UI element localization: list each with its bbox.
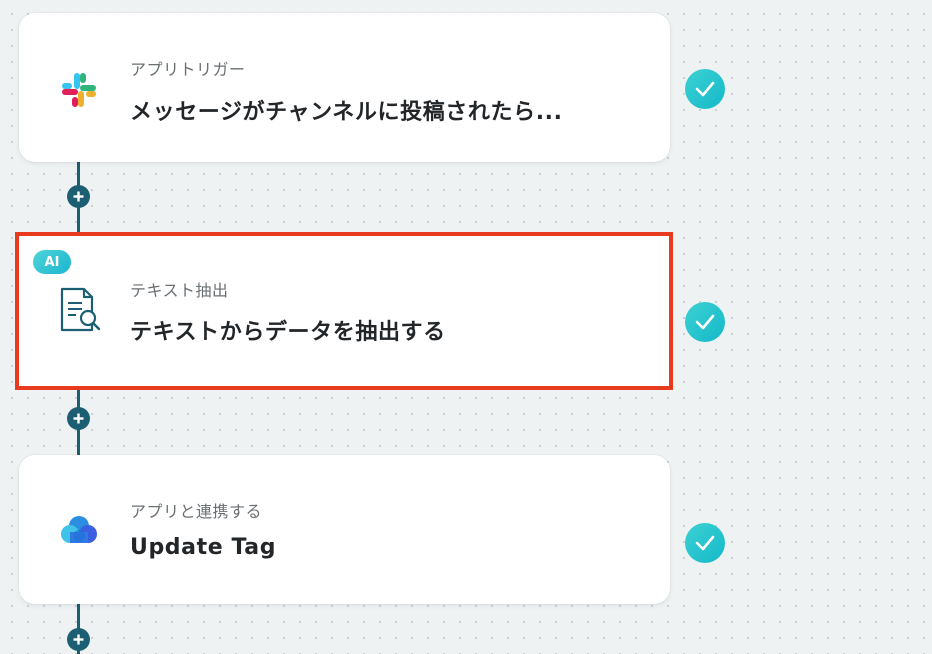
document-search-icon bbox=[55, 286, 103, 334]
step-completed-check bbox=[685, 69, 725, 109]
step-type-label: アプリと連携する bbox=[130, 502, 263, 521]
slack-icon bbox=[55, 66, 103, 114]
step-title: メッセージがチャンネルに投稿されたら... bbox=[130, 100, 563, 125]
step-type-label: テキスト抽出 bbox=[130, 281, 229, 300]
step-title: Update Tag bbox=[130, 535, 277, 560]
plus-icon bbox=[73, 191, 84, 202]
flow-step-card-extract[interactable]: テキスト抽出 テキストからデータを抽出する bbox=[15, 232, 673, 390]
ai-badge: AI bbox=[33, 250, 71, 274]
flow-step-card-trigger[interactable]: アプリトリガー メッセージがチャンネルに投稿されたら... bbox=[19, 13, 670, 162]
add-step-button[interactable] bbox=[67, 628, 90, 651]
check-icon bbox=[695, 314, 715, 330]
add-step-button[interactable] bbox=[67, 407, 90, 430]
plus-icon bbox=[73, 413, 84, 424]
step-type-label: アプリトリガー bbox=[130, 60, 246, 79]
step-completed-check bbox=[685, 302, 725, 342]
cloud-app-icon bbox=[55, 506, 103, 554]
step-title: テキストからデータを抽出する bbox=[130, 320, 446, 345]
check-icon bbox=[695, 535, 715, 551]
plus-icon bbox=[73, 634, 84, 645]
check-icon bbox=[695, 81, 715, 97]
flow-step-card-app[interactable]: アプリと連携する Update Tag bbox=[19, 455, 670, 604]
step-completed-check bbox=[685, 523, 725, 563]
add-step-button[interactable] bbox=[67, 185, 90, 208]
